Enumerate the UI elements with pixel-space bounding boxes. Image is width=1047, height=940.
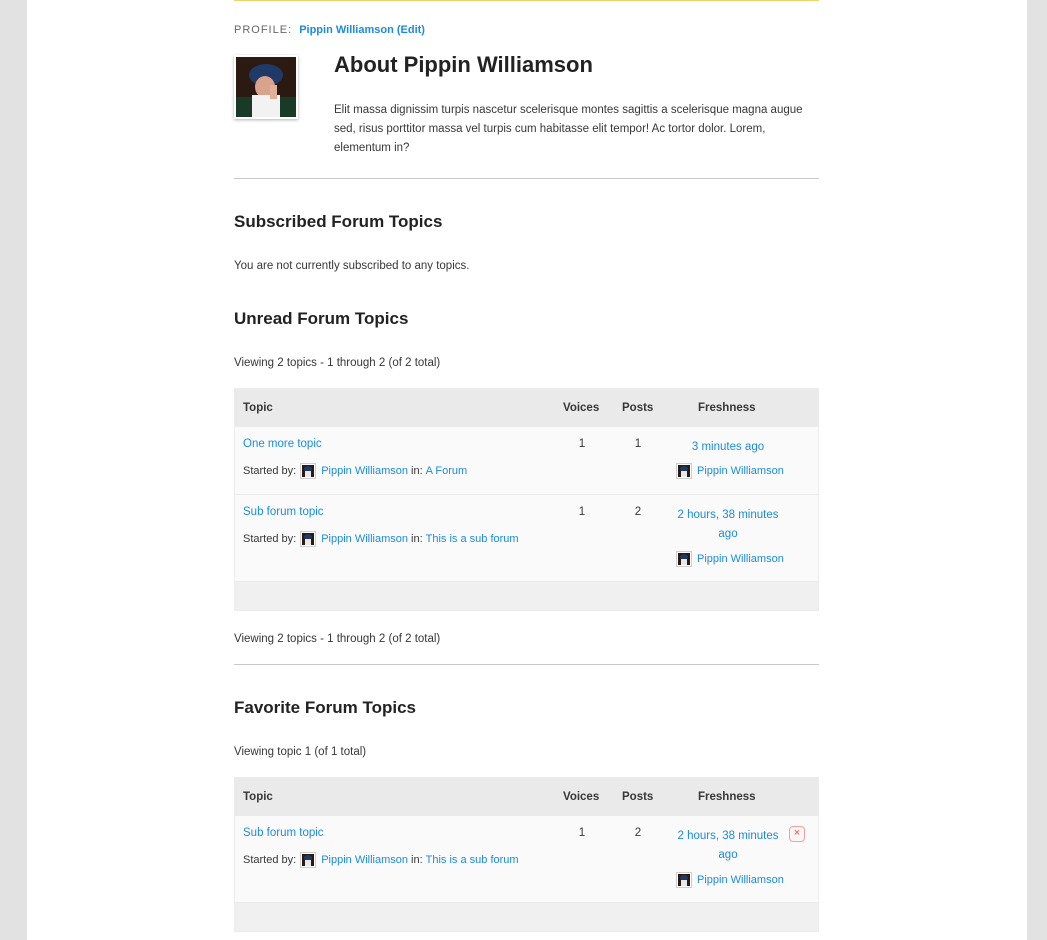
- last-poster-link[interactable]: Pippin Williamson: [697, 465, 784, 477]
- profile-label: Profile:: [234, 24, 293, 36]
- author-avatar-icon[interactable]: [300, 852, 317, 868]
- favorite-topics-table: Topic Voices Posts Freshness Sub forum t…: [234, 777, 819, 932]
- topic-link[interactable]: Sub forum topic: [243, 827, 324, 839]
- author-link[interactable]: Pippin Williamson: [321, 465, 408, 477]
- profile-edit-link[interactable]: Pippin Williamson (Edit): [299, 24, 425, 36]
- last-poster: Pippin Williamson: [676, 463, 784, 479]
- author-link[interactable]: Pippin Williamson: [321, 533, 408, 545]
- favorites-pagination-top: Viewing topic 1 (of 1 total): [234, 746, 367, 758]
- column-topic: Topic: [243, 402, 273, 414]
- topic-link[interactable]: One more topic: [243, 438, 322, 450]
- last-poster-avatar-icon[interactable]: [676, 551, 692, 567]
- table-row: Sub forum topic Started by: Pippin Willi…: [235, 494, 818, 581]
- page-content: Profile: Pippin Williamson (Edit) About …: [27, 0, 1027, 940]
- about-bio: Elit massa dignissim turpis nascetur sce…: [334, 104, 803, 154]
- last-poster-avatar-icon[interactable]: [676, 463, 692, 479]
- avatar-image: [236, 57, 296, 117]
- voices-count: 1: [578, 438, 586, 450]
- top-accent-line: [234, 0, 819, 1]
- freshness-link[interactable]: 3 minutes ago: [668, 438, 788, 457]
- table-header: Topic Voices Posts Freshness: [235, 389, 818, 426]
- subscribed-empty-message: You are not currently subscribed to any …: [234, 260, 470, 272]
- column-freshness: Freshness: [698, 791, 756, 803]
- in-label: in:: [411, 465, 423, 477]
- started-by-label: Started by:: [243, 533, 297, 545]
- started-by-label: Started by:: [243, 465, 297, 477]
- topic-meta: Started by: Pippin Williamson in: This i…: [243, 852, 519, 868]
- topic-meta: Started by: Pippin Williamson in: A Foru…: [243, 463, 467, 479]
- posts-count: 2: [634, 827, 642, 839]
- forum-link[interactable]: This is a sub forum: [426, 533, 519, 545]
- column-freshness: Freshness: [698, 402, 756, 414]
- column-topic: Topic: [243, 791, 273, 803]
- unread-pagination-bottom: Viewing 2 topics - 1 through 2 (of 2 tot…: [234, 633, 441, 645]
- about-title: About Pippin Williamson: [334, 52, 593, 77]
- table-header: Topic Voices Posts Freshness: [235, 778, 818, 815]
- table-row: Sub forum topic Started by: Pippin Willi…: [235, 815, 818, 902]
- voices-count: 1: [578, 506, 586, 518]
- forum-link[interactable]: A Forum: [426, 465, 468, 477]
- divider: [234, 664, 819, 665]
- last-poster: Pippin Williamson: [676, 551, 784, 567]
- profile-breadcrumb: Profile: Pippin Williamson (Edit): [234, 24, 425, 36]
- unread-pagination-top: Viewing 2 topics - 1 through 2 (of 2 tot…: [234, 357, 441, 369]
- column-posts: Posts: [622, 791, 654, 803]
- column-posts: Posts: [622, 402, 654, 414]
- last-poster: Pippin Williamson: [676, 872, 784, 888]
- remove-favorite-button[interactable]: ×: [789, 826, 805, 842]
- divider: [234, 178, 819, 179]
- table-row: One more topic Started by: Pippin Willia…: [235, 426, 818, 494]
- voices-count: 1: [578, 827, 586, 839]
- column-voices: Voices: [563, 791, 600, 803]
- topic-link[interactable]: Sub forum topic: [243, 506, 324, 518]
- unread-topics-table: Topic Voices Posts Freshness One more to…: [234, 388, 819, 611]
- in-label: in:: [411, 854, 423, 866]
- column-voices: Voices: [563, 402, 600, 414]
- last-poster-avatar-icon[interactable]: [676, 872, 692, 888]
- author-avatar-icon[interactable]: [300, 531, 317, 547]
- posts-count: 2: [634, 506, 642, 518]
- started-by-label: Started by:: [243, 854, 297, 866]
- subscribed-heading: Subscribed Forum Topics: [234, 212, 443, 231]
- favorites-heading: Favorite Forum Topics: [234, 698, 416, 717]
- unread-heading: Unread Forum Topics: [234, 309, 409, 328]
- freshness-link[interactable]: 2 hours, 38 minutes ago: [668, 506, 788, 544]
- avatar[interactable]: [234, 55, 298, 119]
- last-poster-link[interactable]: Pippin Williamson: [697, 553, 784, 565]
- table-footer: [235, 581, 818, 610]
- table-footer: [235, 902, 818, 931]
- posts-count: 1: [634, 438, 642, 450]
- forum-link[interactable]: This is a sub forum: [426, 854, 519, 866]
- freshness-link[interactable]: 2 hours, 38 minutes ago: [668, 827, 788, 865]
- author-link[interactable]: Pippin Williamson: [321, 854, 408, 866]
- last-poster-link[interactable]: Pippin Williamson: [697, 874, 784, 886]
- in-label: in:: [411, 533, 423, 545]
- topic-meta: Started by: Pippin Williamson in: This i…: [243, 531, 519, 547]
- author-avatar-icon[interactable]: [300, 463, 317, 479]
